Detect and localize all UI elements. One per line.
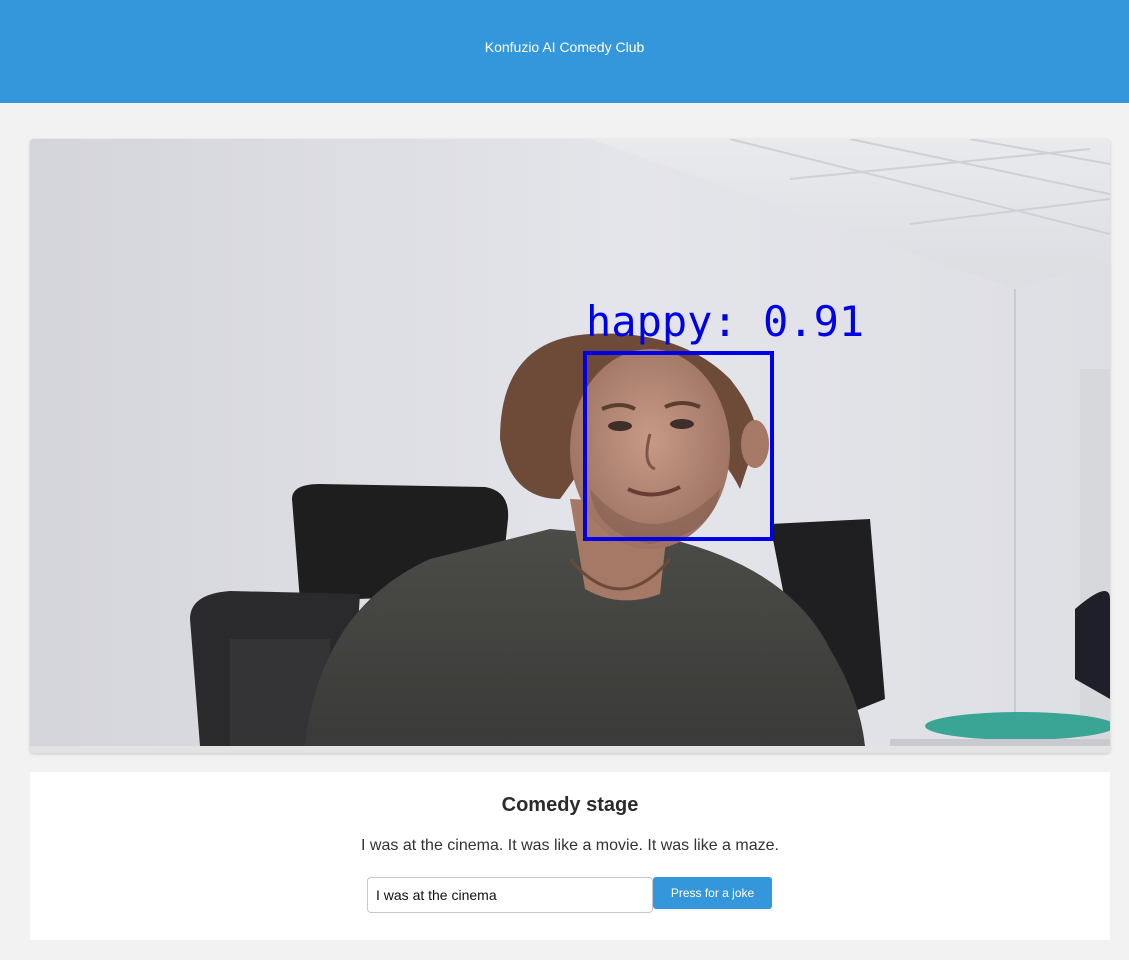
webcam-card: happy: 0.91 <box>30 139 1110 753</box>
press-for-joke-button[interactable]: Press for a joke <box>653 877 772 909</box>
detection-label: happy: 0.91 <box>586 297 864 346</box>
webcam-feed: happy: 0.91 <box>30 139 1110 746</box>
stage-title: Comedy stage <box>501 794 639 816</box>
webcam-image: happy: 0.91 <box>30 139 1110 746</box>
app-header: Konfuzio AI Comedy Club <box>0 0 1129 103</box>
comedy-stage: Comedy stage I was at the cinema. It was… <box>30 772 1110 940</box>
desk-bowl <box>925 712 1110 740</box>
app-title: Konfuzio AI Comedy Club <box>484 39 645 55</box>
joke-prompt-input[interactable] <box>367 877 653 913</box>
joke-text: I was at the cinema. It was like a movie… <box>361 837 779 854</box>
